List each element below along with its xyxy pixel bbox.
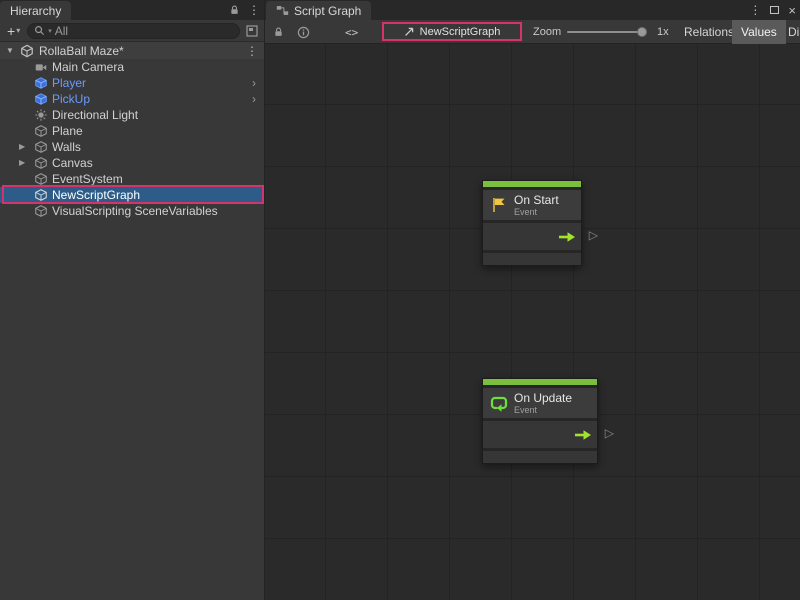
hierarchy-item-walls[interactable]: ▶ Walls xyxy=(0,139,264,155)
node-title: On Update xyxy=(514,392,572,405)
port-connection-triangle-icon[interactable]: ▷ xyxy=(605,426,614,440)
control-output-port-icon[interactable] xyxy=(574,429,592,441)
close-icon[interactable]: × xyxy=(788,4,796,17)
hierarchy-tabbar: Hierarchy ⋮ xyxy=(0,0,264,20)
node-port-row: ▷ xyxy=(483,421,597,448)
cube-icon xyxy=(34,204,48,218)
camera-icon xyxy=(34,60,48,74)
hierarchy-item-canvas[interactable]: ▶ Canvas xyxy=(0,155,264,171)
node-port-row: ▷ xyxy=(483,223,581,250)
hierarchy-item-eventsystem[interactable]: EventSystem xyxy=(0,171,264,187)
node-on-start[interactable]: On Start Event ▷ xyxy=(482,180,582,266)
item-label: EventSystem xyxy=(52,172,123,186)
node-header[interactable]: On Start Event xyxy=(483,190,581,220)
node-color-bar xyxy=(483,181,581,187)
search-value: All xyxy=(55,24,68,38)
graph-tabbar: Script Graph ⋮ × xyxy=(265,0,800,20)
graph-lock-icon[interactable] xyxy=(273,20,284,44)
zoom-slider-track xyxy=(567,31,647,33)
tab-hierarchy-label: Hierarchy xyxy=(10,4,61,18)
tab-script-graph[interactable]: Script Graph xyxy=(266,1,371,20)
info-icon[interactable] xyxy=(297,20,310,44)
node-on-update[interactable]: On Update Event ▷ xyxy=(482,378,598,464)
scene-menu-icon[interactable]: ⋮ xyxy=(246,44,258,58)
script-graph-panel: Script Graph ⋮ × <> NewScriptGraph Zoom xyxy=(265,0,800,600)
search-filter-caret-icon: ▾ xyxy=(48,27,52,35)
graph-asset-icon xyxy=(404,26,415,37)
graph-name-button[interactable]: NewScriptGraph xyxy=(382,22,522,41)
flag-icon xyxy=(490,196,508,214)
update-loop-icon xyxy=(490,394,508,412)
collapse-arrow-icon[interactable]: ▼ xyxy=(6,46,14,55)
item-label: Main Camera xyxy=(52,60,124,74)
hierarchy-toolbar: + ▾ ▾ All xyxy=(0,20,264,42)
cube-icon xyxy=(34,172,48,186)
values-toggle-button[interactable]: Values xyxy=(732,20,786,44)
node-footer xyxy=(483,253,581,265)
expand-arrow-icon[interactable]: ▶ xyxy=(19,158,25,167)
hierarchy-item-newscriptgraph[interactable]: NewScriptGraph xyxy=(0,187,264,203)
cube-icon xyxy=(34,140,48,154)
prefab-cube-icon xyxy=(34,92,48,106)
prefab-open-chevron-icon[interactable]: › xyxy=(252,92,256,106)
node-header[interactable]: On Update Event xyxy=(483,388,597,418)
scene-row[interactable]: ▼ RollaBall Maze* ⋮ xyxy=(0,42,264,59)
tab-script-graph-label: Script Graph xyxy=(294,4,361,18)
zoom-value: 1x xyxy=(657,20,669,44)
item-label: NewScriptGraph xyxy=(52,188,140,202)
scene-name: RollaBall Maze* xyxy=(39,44,124,58)
zoom-slider-knob[interactable] xyxy=(637,27,647,37)
hierarchy-item-pickup[interactable]: PickUp › xyxy=(0,91,264,107)
graph-canvas[interactable]: On Start Event ▷ On Update E xyxy=(265,44,800,600)
graph-toolbar: <> NewScriptGraph Zoom 1x Relations Valu… xyxy=(265,20,800,44)
cube-icon xyxy=(34,124,48,138)
window-menu-icon[interactable]: ⋮ xyxy=(749,3,761,17)
zoom-label: Zoom xyxy=(533,20,561,44)
node-subtitle: Event xyxy=(514,405,572,415)
hierarchy-search-input[interactable]: ▾ All xyxy=(27,23,240,39)
item-label: Walls xyxy=(52,140,81,154)
item-label: PickUp xyxy=(52,92,90,106)
cube-icon xyxy=(34,188,48,202)
item-label: Plane xyxy=(52,124,83,138)
light-icon xyxy=(34,108,48,122)
caret-down-icon: ▾ xyxy=(16,26,20,35)
node-title: On Start xyxy=(514,194,559,207)
tab-hierarchy[interactable]: Hierarchy xyxy=(0,1,71,20)
lock-icon[interactable] xyxy=(229,4,240,16)
graph-name-label: NewScriptGraph xyxy=(420,26,501,38)
expand-arrow-icon[interactable]: ▶ xyxy=(19,142,25,151)
add-object-dropdown[interactable]: + ▾ xyxy=(4,24,23,38)
dim-toggle-button[interactable]: Di xyxy=(779,20,800,44)
cube-icon xyxy=(34,156,48,170)
plus-icon: + xyxy=(7,24,15,38)
zoom-slider[interactable] xyxy=(567,20,647,44)
hierarchy-item-plane[interactable]: Plane xyxy=(0,123,264,139)
hierarchy-panel: Hierarchy ⋮ + ▾ ▾ All ▼ xyxy=(0,0,265,600)
maximize-icon[interactable] xyxy=(770,6,779,14)
hierarchy-item-directional-light[interactable]: Directional Light xyxy=(0,107,264,123)
hierarchy-item-main-camera[interactable]: Main Camera xyxy=(0,59,264,75)
prefab-open-chevron-icon[interactable]: › xyxy=(252,76,256,90)
unity-scene-icon xyxy=(20,44,34,58)
control-output-port-icon[interactable] xyxy=(558,231,576,243)
port-connection-triangle-icon[interactable]: ▷ xyxy=(589,228,598,242)
hierarchy-tree: ▼ RollaBall Maze* ⋮ Main Camera Player › xyxy=(0,42,264,219)
node-footer xyxy=(483,451,597,463)
code-view-icon[interactable]: <> xyxy=(345,20,358,44)
hierarchy-item-player[interactable]: Player › xyxy=(0,75,264,91)
hierarchy-item-visualscripting-scenevariables[interactable]: VisualScripting SceneVariables xyxy=(0,203,264,219)
item-label: VisualScripting SceneVariables xyxy=(52,204,218,218)
search-icon xyxy=(34,25,45,36)
item-label: Player xyxy=(52,76,86,90)
prefab-cube-icon xyxy=(34,76,48,90)
item-label: Directional Light xyxy=(52,108,138,122)
search-window-icon[interactable] xyxy=(244,23,260,39)
item-label: Canvas xyxy=(52,156,93,170)
script-graph-tab-icon xyxy=(276,4,289,17)
hierarchy-menu-icon[interactable]: ⋮ xyxy=(248,3,260,17)
node-subtitle: Event xyxy=(514,207,559,217)
node-color-bar xyxy=(483,379,597,385)
